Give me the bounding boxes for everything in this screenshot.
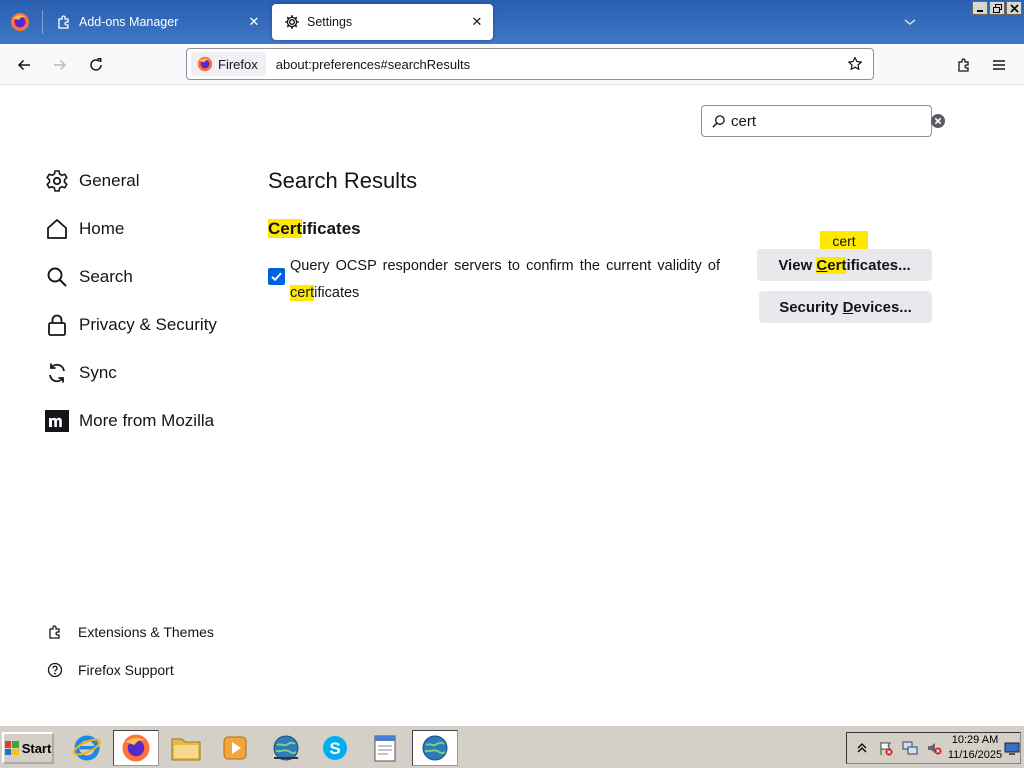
sidebar-item-search[interactable]: Search xyxy=(44,259,133,295)
tab-label: Add-ons Manager xyxy=(79,15,179,29)
forward-arrow-icon[interactable] xyxy=(47,52,73,78)
notepad-icon[interactable] xyxy=(362,730,408,766)
tab-settings[interactable]: Settings ✕ xyxy=(272,4,493,40)
monitor-icon[interactable] xyxy=(1004,742,1020,756)
sidebar-item-label: General xyxy=(79,171,140,190)
windows-taskbar: Start S xyxy=(0,724,1024,768)
network-globe-icon[interactable] xyxy=(263,730,309,766)
gear-icon xyxy=(44,168,70,194)
url-bar[interactable]: Firefox about:preferences#searchResults xyxy=(186,48,874,80)
window-controls xyxy=(972,1,1022,15)
expand-tray-icon[interactable] xyxy=(853,739,871,757)
section-title-certificates: Certificates xyxy=(268,219,361,238)
close-tab-icon[interactable]: ✕ xyxy=(465,10,489,34)
navigation-toolbar: Firefox about:preferences#searchResults xyxy=(0,44,1024,85)
puzzle-icon xyxy=(46,623,64,641)
url-text[interactable]: about:preferences#searchResults xyxy=(276,57,843,72)
tab-label: Settings xyxy=(307,15,353,29)
file-explorer-icon[interactable] xyxy=(163,730,209,766)
internet-explorer-icon[interactable] xyxy=(64,730,110,766)
reload-icon[interactable] xyxy=(83,52,109,78)
sidebar-item-label: Home xyxy=(79,219,125,238)
home-icon xyxy=(44,216,70,242)
skype-icon[interactable]: S xyxy=(312,730,358,766)
tab-strip: Add-ons Manager ✕ Settings ✕ xyxy=(0,0,1024,44)
network-globe-icon[interactable] xyxy=(412,730,458,766)
start-button[interactable]: Start xyxy=(2,732,54,764)
close-tab-icon[interactable]: ✕ xyxy=(242,10,266,34)
extensions-puzzle-icon[interactable] xyxy=(951,52,977,78)
sidebar-item-general[interactable]: General xyxy=(44,163,139,199)
ocsp-checkbox-label[interactable]: Query OCSP responder servers to confirm … xyxy=(290,253,720,307)
identity-label: Firefox xyxy=(218,56,258,72)
back-arrow-icon[interactable] xyxy=(11,52,37,78)
search-icon xyxy=(44,264,70,290)
sidebar-link-label: Firefox Support xyxy=(78,662,174,678)
sidebar-item-home[interactable]: Home xyxy=(44,211,124,247)
svg-text:S: S xyxy=(329,739,340,758)
taskbar-clock[interactable]: 10:29 AM 11/16/2025 xyxy=(944,733,1006,763)
sidebar-link-firefox-support[interactable]: Firefox Support xyxy=(46,658,174,682)
search-highlight: cert xyxy=(290,285,315,301)
search-match-tooltip: cert xyxy=(820,231,868,250)
help-icon xyxy=(46,661,64,679)
restore-icon[interactable] xyxy=(989,1,1005,15)
lock-icon xyxy=(44,312,70,338)
sidebar-link-label: Extensions & Themes xyxy=(78,624,214,640)
network-icon[interactable] xyxy=(901,739,919,757)
sidebar-link-extensions-themes[interactable]: Extensions & Themes xyxy=(46,620,214,644)
clear-search-icon[interactable] xyxy=(930,112,946,130)
mozilla-icon xyxy=(44,408,70,434)
firefox-icon[interactable] xyxy=(8,10,32,34)
volume-muted-icon[interactable] xyxy=(925,739,943,757)
clock-date: 11/16/2025 xyxy=(947,749,1003,761)
sidebar-item-label: Sync xyxy=(79,363,117,382)
sidebar-item-sync[interactable]: Sync xyxy=(44,355,117,391)
security-devices-button[interactable]: Security Devices... xyxy=(759,291,932,323)
sync-icon xyxy=(44,360,70,386)
media-player-icon[interactable] xyxy=(212,730,258,766)
sidebar-item-more-from-mozilla[interactable]: More from Mozilla xyxy=(44,403,214,439)
puzzle-icon xyxy=(56,14,72,30)
clock-time: 10:29 AM xyxy=(951,734,999,746)
chevron-down-icon[interactable] xyxy=(898,10,922,34)
page-title: Search Results xyxy=(268,168,418,193)
sidebar-item-label: Search xyxy=(79,267,133,286)
search-highlight: Cert xyxy=(268,219,303,238)
identity-box[interactable]: Firefox xyxy=(191,52,266,76)
star-icon[interactable] xyxy=(843,52,867,76)
sidebar-item-label: More from Mozilla xyxy=(79,411,215,430)
firefox-icon[interactable] xyxy=(113,730,159,766)
view-certificates-button[interactable]: View Cert ificates... xyxy=(757,249,932,281)
search-input[interactable] xyxy=(731,112,930,130)
tab-separator xyxy=(42,10,43,34)
checkmark-icon xyxy=(271,272,282,282)
ocsp-checkbox[interactable] xyxy=(268,268,285,285)
settings-search-box[interactable] xyxy=(701,105,945,137)
firefox-icon xyxy=(197,56,213,72)
flag-icon[interactable] xyxy=(877,739,895,757)
search-icon xyxy=(711,113,726,129)
tab-addons-manager[interactable]: Add-ons Manager ✕ xyxy=(44,4,270,40)
gear-icon xyxy=(284,14,300,30)
close-icon[interactable] xyxy=(1006,1,1022,15)
hamburger-menu-icon[interactable] xyxy=(986,52,1012,78)
sidebar-item-label: Privacy & Security xyxy=(79,315,217,334)
windows-logo-icon xyxy=(4,741,19,755)
sidebar-item-privacy-security[interactable]: Privacy & Security xyxy=(44,307,217,343)
minimize-icon[interactable] xyxy=(972,1,988,15)
